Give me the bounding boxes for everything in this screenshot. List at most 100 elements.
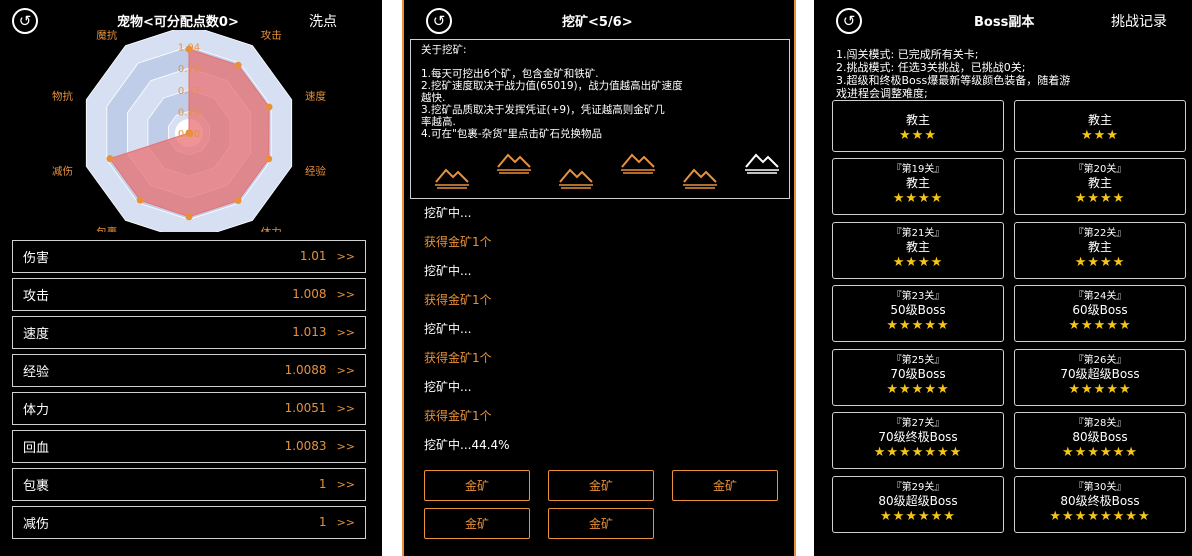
ore-button[interactable]: 金矿 [424, 470, 530, 501]
stage-card[interactable]: 『第26关』 70级超级Boss ★★★★★ [1014, 348, 1186, 406]
info-text-line: 3.挖矿品质取决于发挥凭证(+9)，凭证越高则金矿几 [421, 104, 665, 116]
back-arrow-icon: ↺ [432, 11, 446, 30]
radar-axis-label: 包裹 [96, 226, 117, 232]
stage-card[interactable]: 『第22关』 教主 ★★★★ [1014, 221, 1186, 279]
stage-card[interactable]: 教主 ★★★ [832, 100, 1004, 152]
stage-card[interactable]: 『第23关』 50级Boss ★★★★★ [832, 285, 1004, 342]
stage-name: 『第19关』 [891, 164, 945, 175]
radar-scale-label: 1.04 [178, 43, 200, 54]
stage-boss: 教主 [905, 239, 930, 254]
stage-stars: ★★★★★★ [880, 508, 956, 524]
stage-name: 『第25关』 [891, 354, 945, 366]
attribute-label: 包裹 [23, 479, 50, 494]
stage-boss: 教主 [905, 113, 930, 127]
stage-card[interactable]: 『第19关』 教主 ★★★★ [832, 158, 1004, 215]
stage-stars: ★★★★★ [1068, 381, 1132, 397]
mining-panel: ↺ 挖矿<5/6> 关于挖矿: 1.每天可挖出6个矿，包含金矿和铁矿. 2.挖矿速度… [402, 0, 796, 556]
radar-axis-label: 物抗 [52, 89, 73, 102]
stage-card[interactable]: 『第27关』 70级终极Boss ★★★★★★★ [832, 412, 1004, 469]
stage-name: 『第20关』 [1073, 164, 1127, 175]
info-text-line: 越快. [421, 92, 446, 104]
ore-button[interactable]: 金矿 [548, 508, 654, 539]
attribute-label: 体力 [23, 403, 50, 418]
ore-button[interactable]: 金矿 [672, 470, 778, 501]
attribute-row[interactable]: 速度 1.013 >> [12, 316, 366, 349]
log-line: 挖矿中...44.4% [424, 438, 510, 452]
attribute-row[interactable]: 伤害 1.01 >> [12, 240, 366, 273]
log-line: 挖矿中... [424, 322, 472, 336]
mine-mountain-icon[interactable] [681, 165, 719, 189]
stage-card[interactable]: 『第21关』 教主 ★★★★ [832, 221, 1004, 279]
radar-point-1 [234, 61, 242, 69]
stage-name: 『第24关』 [1073, 291, 1127, 302]
attribute-label: 攻击 [23, 289, 50, 304]
expand-arrow-icon: >> [336, 288, 355, 301]
challenge-records-button[interactable]: 挑战记录 [1111, 11, 1167, 31]
stage-boss: 60级Boss [1072, 303, 1128, 317]
stage-name: 『第26关』 [1073, 354, 1127, 366]
mine-mountain-icon[interactable] [743, 150, 781, 174]
ore-button[interactable]: 金矿 [424, 508, 530, 539]
mine-mountain-icon[interactable] [619, 150, 657, 174]
stage-name: 『第29关』 [891, 481, 945, 493]
stage-stars: ★★★★★★★ [873, 445, 963, 460]
back-button[interactable]: ↺ [426, 8, 452, 34]
attribute-value: 1.008 [292, 287, 327, 301]
attribute-row[interactable]: 攻击 1.008 >> [12, 278, 366, 311]
attribute-value-group: 1.008 >> [292, 287, 355, 302]
radar-point-3 [265, 155, 273, 163]
attribute-value-group: 1.01 >> [300, 249, 355, 264]
attribute-value-group: 1.013 >> [292, 325, 355, 340]
stage-name: 『第28关』 [1073, 418, 1127, 429]
attribute-row[interactable]: 包裹 1 >> [12, 468, 366, 501]
stage-card[interactable]: 教主 ★★★ [1014, 100, 1186, 152]
mine-mountain-icon[interactable] [433, 165, 471, 189]
attribute-label: 速度 [23, 327, 50, 342]
expand-arrow-icon: >> [336, 402, 355, 415]
attribute-row[interactable]: 回血 1.0083 >> [12, 430, 366, 463]
attribute-row[interactable]: 经验 1.0088 >> [12, 354, 366, 387]
expand-arrow-icon: >> [336, 516, 355, 529]
stage-stars: ★★★★ [1074, 191, 1126, 206]
stage-stars: ★★★★ [892, 254, 944, 270]
log-line: 获得金矿1个 [424, 293, 492, 307]
attribute-label: 回血 [23, 441, 50, 456]
mine-mountain-icon[interactable] [495, 150, 533, 174]
stage-card[interactable]: 『第30关』 80级终极Boss ★★★★★★★★ [1014, 475, 1186, 533]
mine-mountain-icon[interactable] [557, 165, 595, 189]
stage-name: 『第22关』 [1073, 227, 1127, 239]
attribute-value: 1.0083 [284, 439, 327, 453]
attribute-value: 1.013 [292, 325, 327, 339]
reset-points-button[interactable]: 洗点 [309, 11, 337, 31]
stage-name: 『第30关』 [1073, 481, 1127, 493]
stage-stars: ★★★★ [892, 191, 944, 206]
attribute-row[interactable]: 减伤 1 >> [12, 506, 366, 539]
radar-point-5 [185, 213, 193, 221]
stage-card[interactable]: 『第20关』 教主 ★★★★ [1014, 158, 1186, 215]
attribute-value: 1 [318, 477, 327, 491]
radar-axis-label: 经验 [305, 165, 326, 178]
stage-stars: ★★★ [899, 128, 937, 143]
attribute-radar-chart: 1.301.040.780.520.260.00伤害攻击速度经验体力回血包裹减伤… [52, 30, 327, 232]
stage-card[interactable]: 『第28关』 80级Boss ★★★★★★ [1014, 412, 1186, 469]
stage-card[interactable]: 『第29关』 80级超级Boss ★★★★★★ [832, 475, 1004, 533]
stage-name: 『第23关』 [891, 291, 945, 302]
radar-scale-label: 0.00 [178, 129, 200, 140]
stage-boss: 80级超级Boss [878, 493, 958, 508]
attribute-row[interactable]: 体力 1.0051 >> [12, 392, 366, 425]
radar-scale-label: 0.52 [178, 86, 200, 97]
stage-boss: 50级Boss [890, 303, 946, 317]
log-line: 获得金矿1个 [424, 351, 492, 365]
ore-button[interactable]: 金矿 [548, 470, 654, 501]
radar-point-6 [136, 196, 144, 204]
stage-stars: ★★★★★★ [1062, 445, 1138, 460]
stage-boss: 70级超级Boss [1060, 366, 1140, 381]
info-text-line: 4.可在"包裹-杂货"里点击矿石兑换物品 [421, 128, 602, 140]
log-line: 获得金矿1个 [424, 409, 492, 423]
stage-stars: ★★★★★ [886, 381, 950, 397]
stage-card[interactable]: 『第24关』 60级Boss ★★★★★ [1014, 285, 1186, 342]
back-button[interactable]: ↺ [836, 8, 862, 34]
stage-stars: ★★★★★ [1068, 318, 1132, 333]
stage-card[interactable]: 『第25关』 70级Boss ★★★★★ [832, 348, 1004, 406]
mining-info-box: 关于挖矿: 1.每天可挖出6个矿，包含金矿和铁矿. 2.挖矿速度取决于战力值(650… [410, 39, 790, 199]
